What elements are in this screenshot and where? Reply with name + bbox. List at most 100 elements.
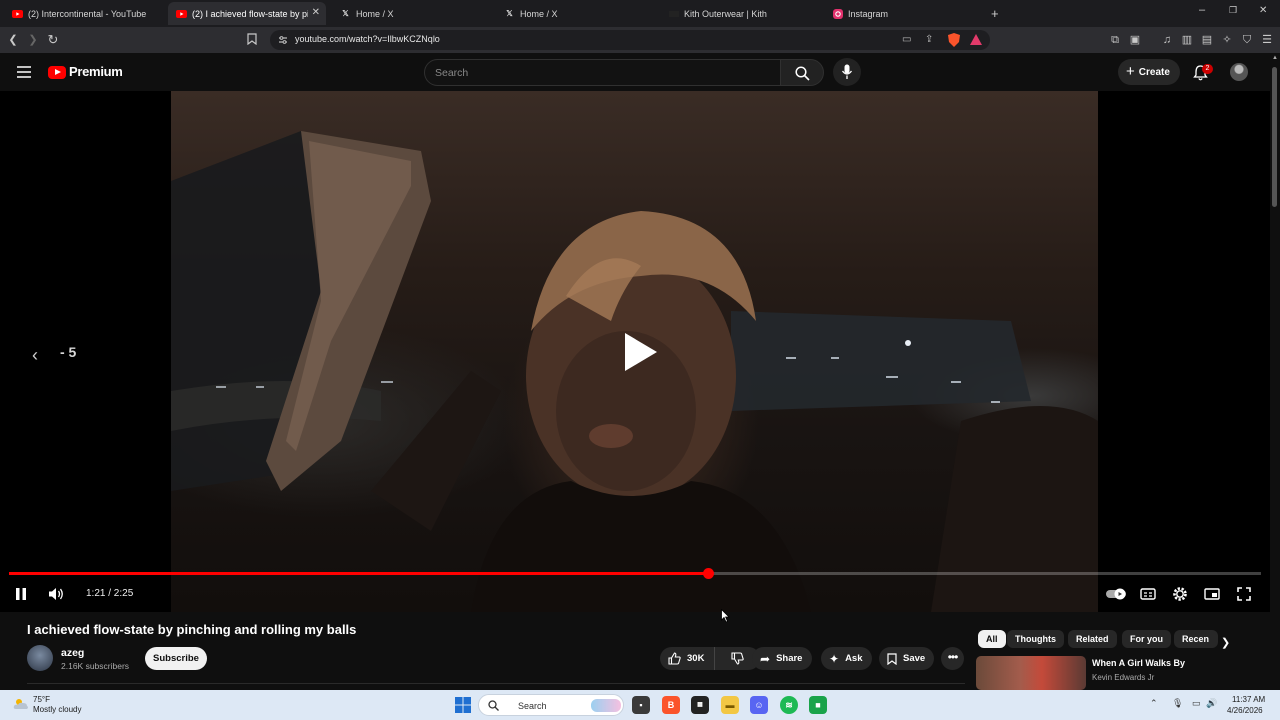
chip-related[interactable]: Related	[1068, 630, 1117, 648]
thumbs-up-icon	[668, 652, 681, 665]
new-tab-button[interactable]: +	[991, 6, 999, 21]
ask-button[interactable]: ✦ Ask	[821, 647, 872, 670]
tab-instagram[interactable]: Instagram	[824, 2, 988, 25]
theater-mode-icon[interactable]	[1203, 585, 1221, 603]
reload-icon[interactable]: ↻	[46, 33, 60, 47]
settings-gear-icon[interactable]	[1171, 585, 1189, 603]
share-page-icon[interactable]: ⇪	[925, 34, 933, 45]
scrubber-handle[interactable]	[702, 568, 714, 579]
forward-icon[interactable]: ❯	[26, 33, 40, 47]
recommended-video-thumbnail[interactable]	[976, 656, 1086, 690]
guide-menu-icon[interactable]	[17, 66, 31, 78]
chip-all[interactable]: All	[978, 630, 1006, 648]
wallet-card-icon[interactable]: ▤	[1200, 33, 1214, 47]
windows-taskbar: 75°F Mostly cloudy Search ▪ B ▦ ▬ ☺ ≋ ■ …	[0, 690, 1280, 720]
discord-icon[interactable]: ☺	[750, 696, 768, 714]
scrollbar-thumb[interactable]	[1272, 67, 1277, 207]
file-explorer-icon[interactable]: ▬	[721, 696, 739, 714]
page-scrollbar[interactable]: ▲	[1270, 53, 1280, 690]
media-icon[interactable]: ♫	[1160, 33, 1174, 47]
clock-time[interactable]: 11:37 AM	[1232, 695, 1265, 704]
save-button[interactable]: Save	[879, 647, 934, 670]
tab-label: (2) I achieved flow-state by pinch	[192, 8, 308, 19]
tab-intercontinental[interactable]: (2) Intercontinental - YouTube	[4, 2, 164, 25]
tray-overflow-icon[interactable]: ⌃	[1150, 698, 1158, 709]
search-button[interactable]	[780, 59, 824, 86]
display-tray-icon[interactable]: ▭	[1192, 698, 1201, 709]
chevron-right-icon[interactable]: ❯	[1221, 636, 1230, 649]
channel-name[interactable]: azeg	[61, 647, 84, 659]
weather-temperature: 75°F	[33, 695, 50, 704]
thumbs-down-icon	[731, 652, 744, 665]
back-icon[interactable]: ❮	[6, 33, 20, 47]
subscriber-count: 2.16K subscribers	[61, 661, 130, 671]
play-icon[interactable]	[613, 327, 663, 377]
create-label: Create	[1138, 66, 1170, 78]
chip-thoughts[interactable]: Thoughts	[1007, 630, 1064, 648]
progress-played	[9, 572, 708, 575]
like-button[interactable]: 30K	[660, 647, 715, 670]
channel-avatar[interactable]	[27, 645, 53, 671]
extensions-icon[interactable]: ⧉	[1108, 33, 1122, 47]
capcut-icon[interactable]: ▦	[691, 696, 709, 714]
brave-shields-icon[interactable]	[948, 33, 960, 47]
menu-icon[interactable]: ☰	[1260, 33, 1274, 47]
clock-date[interactable]: 4/26/2026	[1227, 706, 1263, 715]
voice-search-button[interactable]	[833, 58, 861, 86]
browser-tab-bar: (2) Intercontinental - YouTube (2) I ach…	[0, 0, 1280, 27]
close-window-button[interactable]: ✕	[1259, 5, 1267, 16]
autoplay-toggle-icon[interactable]	[1105, 585, 1127, 603]
microphone-tray-icon[interactable]: 🎙	[1172, 698, 1183, 709]
kith-icon	[668, 8, 679, 19]
chip-recent[interactable]: Recen	[1174, 630, 1218, 648]
wallet-icon[interactable]: ▣	[1128, 33, 1142, 47]
video-player[interactable]: ‹ - 5 1:21 / 2:25	[0, 91, 1270, 612]
subtitles-icon[interactable]	[1139, 585, 1157, 603]
more-actions-icon[interactable]: •••	[941, 647, 964, 670]
tab-home-x-2[interactable]: 𝕏 Home / X	[496, 2, 656, 25]
recommended-video-channel: Kevin Edwards Jr	[1092, 673, 1155, 682]
cast-icon[interactable]: ▭	[902, 34, 911, 45]
scroll-up-icon[interactable]: ▲	[1272, 55, 1278, 61]
subscribe-button[interactable]: Subscribe	[145, 647, 207, 670]
spotify-icon[interactable]: ≋	[780, 696, 798, 714]
volume-icon[interactable]	[47, 585, 65, 603]
maximize-button[interactable]: ❐	[1229, 5, 1237, 16]
sidebar-icon[interactable]: ▥	[1180, 33, 1194, 47]
fullscreen-icon[interactable]	[1235, 585, 1253, 603]
brave-rewards-icon[interactable]	[970, 34, 982, 45]
youtube-logo-icon[interactable]	[48, 66, 66, 79]
tab-kith[interactable]: Kith Outerwear | Kith	[660, 2, 820, 25]
task-view-icon[interactable]: ▪	[632, 696, 650, 714]
video-title: I achieved flow-state by pinching and ro…	[27, 622, 357, 637]
close-tab-icon[interactable]: ✕	[312, 7, 320, 18]
pause-icon[interactable]	[12, 585, 30, 603]
windows-start-icon[interactable]	[455, 697, 471, 713]
brave-browser-icon[interactable]: B	[662, 696, 680, 714]
vpn-icon[interactable]: ⛉	[1240, 33, 1254, 47]
x-icon: 𝕏	[342, 9, 349, 18]
bookmark-icon[interactable]	[247, 33, 261, 47]
chevron-left-icon: ‹	[32, 345, 38, 365]
search-input[interactable]: Search	[424, 59, 781, 86]
create-button[interactable]: + Create	[1118, 59, 1180, 85]
minimize-button[interactable]: –	[1199, 4, 1205, 16]
taskbar-search[interactable]: Search	[478, 694, 624, 716]
tab-label: Home / X	[520, 8, 558, 19]
share-button[interactable]: ➦ Share	[752, 647, 812, 670]
bookmark-save-icon	[887, 652, 897, 665]
chip-for-you[interactable]: For you	[1122, 630, 1171, 648]
volume-tray-icon[interactable]: 🔊	[1206, 698, 1217, 709]
address-bar[interactable]: youtube.com/watch?v=IlbwKCZNqlo ▭ ⇪	[270, 30, 990, 50]
recommended-video-title[interactable]: When A Girl Walks By	[1092, 658, 1185, 668]
divider	[27, 683, 965, 684]
leo-ai-icon[interactable]: ✧	[1220, 33, 1234, 47]
app-icon[interactable]: ■	[809, 696, 827, 714]
site-info-icon[interactable]	[278, 35, 288, 45]
progress-bar[interactable]	[9, 568, 1261, 579]
search-icon	[488, 700, 499, 711]
tab-home-x-1[interactable]: 𝕏 Home / X	[332, 2, 492, 25]
account-avatar[interactable]	[1230, 63, 1248, 81]
tab-flow-state-video[interactable]: (2) I achieved flow-state by pinch ✕	[168, 2, 326, 25]
youtube-premium-logo[interactable]: Premium	[69, 64, 123, 79]
